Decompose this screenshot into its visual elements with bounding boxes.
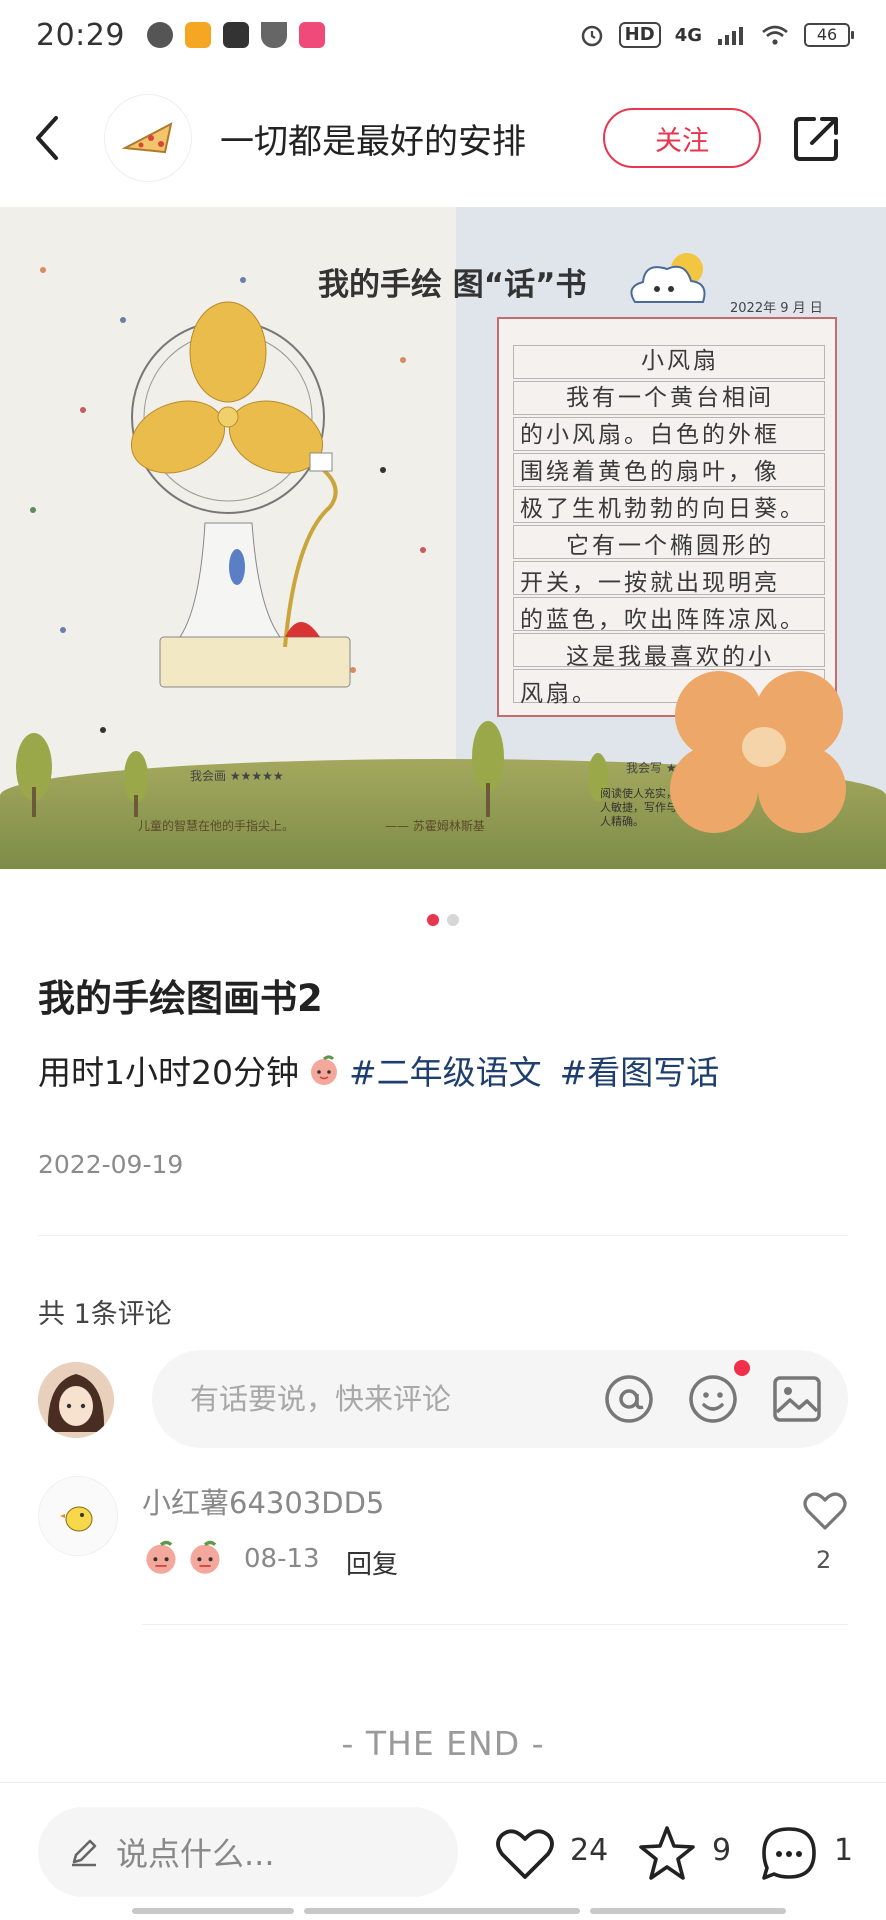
heart-icon [803, 1492, 847, 1530]
post-title: 我的手绘图画书2 [38, 977, 323, 1020]
essay-line: 的蓝色，吹出阵阵凉风。 [520, 607, 806, 633]
commenter-avatar[interactable] [38, 1476, 118, 1556]
notification-app-icon [184, 22, 211, 48]
alarm-icon [581, 25, 602, 47]
image-icon[interactable] [770, 1372, 824, 1426]
gesture-bar-segment [590, 1908, 786, 1914]
fan-drawing [130, 301, 351, 688]
comment-count-bottom: 1 [834, 1833, 854, 1868]
essay-line: 它有一个椭圆形的 [566, 533, 774, 559]
book-date-line: 2022年 9 月 日 [730, 301, 823, 316]
reply-button[interactable]: 回复 [346, 1544, 398, 1581]
pager-dot[interactable] [447, 914, 459, 926]
quote-attribution: —— 苏霍姆林斯基 [385, 819, 485, 833]
peach-emoji-icon [146, 1540, 176, 1574]
wifi-icon [762, 25, 788, 45]
post-desc-text: 用时1小时20分钟 [38, 1053, 299, 1092]
post-header: 一切都是最好的安排 关注 [0, 88, 886, 188]
book-title: 我的手绘 图“话”书 [318, 267, 587, 303]
like-count: 24 [570, 1833, 609, 1868]
essay-line: 开关，一按就出现明亮 [520, 570, 780, 596]
user-avatar-icon [38, 1362, 114, 1438]
commenter-name[interactable]: 小红薯64303DD5 [142, 1480, 384, 1522]
comment-emojis [142, 1538, 224, 1576]
essay-line: 围绕着黄色的扇叶，像 [520, 459, 780, 485]
post-description: 用时1小时20分钟 #二年级语文 #看图写话 [38, 1046, 719, 1094]
network-label: 4G [674, 24, 702, 46]
hashtag-link[interactable]: #看图写话 [560, 1046, 720, 1094]
comment-input[interactable] [190, 1382, 570, 1416]
follow-button[interactable]: 关注 [603, 108, 761, 168]
gesture-bar-segment [132, 1908, 294, 1914]
handwritten-essay: 小风扇 我有一个黄台相间 的小风扇。白色的外框 围绕着黄色的扇叶，像 极了生机勃… [520, 343, 840, 713]
essay-title: 小风扇 [641, 348, 719, 374]
notification-app-icon [222, 22, 249, 48]
status-time: 20:29 [36, 17, 125, 53]
comment-bubble-icon[interactable] [758, 1823, 820, 1885]
comment-like-button[interactable] [802, 1488, 848, 1534]
essay-line: 的小风扇。白色的外框 [520, 422, 780, 448]
notification-app-icon [146, 22, 173, 48]
post-image[interactable]: 我的手绘 图“话”书 2022年 9 月 日 小风扇 我有一个黄台相间 的小风扇… [0, 207, 886, 869]
pager-dot-active[interactable] [427, 914, 439, 926]
star-collect-icon[interactable] [636, 1823, 698, 1885]
emoji-icon[interactable] [686, 1372, 740, 1426]
collect-count: 9 [712, 1833, 732, 1868]
author-avatar[interactable] [104, 94, 192, 182]
divider [142, 1624, 848, 1625]
hashtag-link[interactable]: #二年级语文 [349, 1046, 542, 1094]
chick-icon [60, 1506, 93, 1532]
end-marker: - THE END - [341, 1724, 545, 1763]
comment-count: 共 1条评论 [38, 1299, 172, 1330]
chevron-left-icon [36, 116, 58, 160]
essay-line: 我有一个黄台相间 [566, 385, 774, 411]
notification-app-icon [298, 22, 325, 48]
battery-icon: 46 [804, 23, 854, 47]
essay-line: 极了生机勃勃的向日葵。 [520, 496, 806, 522]
author-name[interactable]: 一切都是最好的安排 [220, 114, 526, 163]
my-avatar [38, 1362, 114, 1438]
say-something-input[interactable]: 说点什么... [38, 1807, 458, 1897]
quote-left: 儿童的智慧在他的手指尖上。 [138, 819, 295, 833]
share-icon [794, 117, 838, 161]
notification-app-icon [260, 22, 287, 48]
cloud-sun-drawing [630, 253, 706, 303]
comment-date: 08-13 [244, 1544, 320, 1574]
pizza-icon [121, 122, 173, 154]
peach-emoji-icon [190, 1540, 220, 1574]
divider [38, 1235, 848, 1236]
comment-input-box[interactable] [152, 1350, 848, 1448]
status-right: HD 4G 46 [579, 22, 854, 48]
flower-sticker [670, 671, 846, 833]
post-date: 2022-09-19 [38, 1150, 184, 1179]
rating-draw: 我会画 ★★★★★ [190, 769, 284, 783]
say-placeholder: 说点什么... [116, 1835, 275, 1873]
status-bar: 20:29 HD 4G 46 [0, 0, 886, 70]
notification-dot [734, 1360, 750, 1376]
mention-icon[interactable] [602, 1372, 656, 1426]
back-button[interactable] [30, 108, 70, 168]
gesture-bar-segment [304, 1908, 580, 1914]
comment-like-count: 2 [816, 1546, 832, 1574]
signal-icon [718, 27, 743, 45]
image-pager [0, 914, 886, 926]
pencil-icon [72, 1839, 97, 1867]
like-heart-icon[interactable] [494, 1823, 556, 1885]
hd-badge: HD [618, 22, 661, 48]
status-app-icons [146, 22, 325, 48]
bottom-action-bar: 说点什么... 24 9 1 [0, 1782, 886, 1920]
share-button[interactable] [792, 113, 842, 163]
peach-emoji-icon [311, 1055, 337, 1085]
